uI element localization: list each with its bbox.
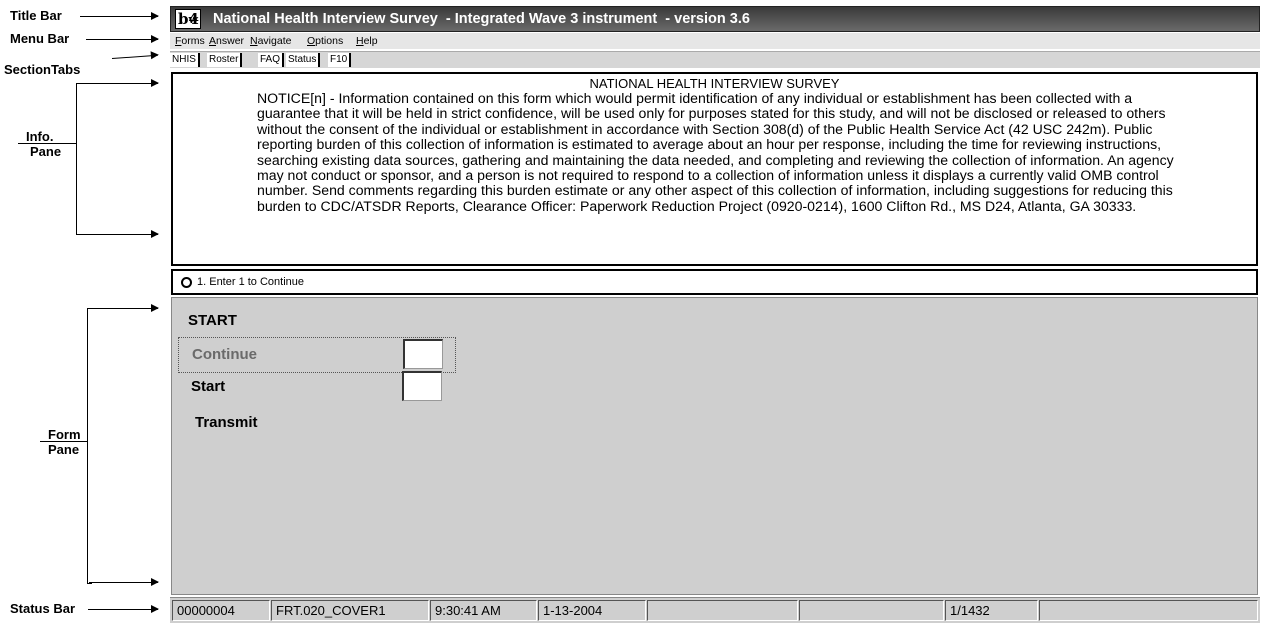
section-tabs: NHIS Roster FAQ Status F10 [170,51,1260,68]
start-input[interactable] [402,371,442,401]
menu-options-label: ptions [315,35,344,47]
form-row-start[interactable]: Start [178,370,454,404]
info-pane-bracket [76,83,81,235]
arrow-icon [89,304,159,312]
application-window: b4 w National Health Interview Survey - I… [170,6,1260,623]
continue-label: Continue [192,346,257,363]
arrow-icon [88,605,159,613]
status-blank-3 [1039,600,1258,621]
annotation-info-pane-line2: Pane [30,144,62,159]
status-page-counter: 1/1432 [945,600,1038,621]
answer-option-list[interactable]: 1. Enter 1 to Continue [171,269,1258,295]
menu-help[interactable]: Help [356,35,378,47]
status-case-id: 00000004 [172,600,270,621]
tab-f10[interactable]: F10 [328,53,352,67]
form-pane-bracket [87,308,92,584]
form-heading: START [188,312,237,329]
status-blank-1 [647,600,798,621]
start-label: Start [191,378,226,395]
menu-navigate[interactable]: Navigate [250,35,291,47]
arrow-icon [80,12,159,20]
annotation-menu-bar: Menu Bar [10,31,70,46]
menu-navigate-mnemonic: N [250,35,258,47]
status-date: 1-13-2004 [538,600,646,621]
menu-help-mnemonic: H [356,35,364,47]
status-blank-2 [799,600,944,621]
title-bar[interactable]: b4 w National Health Interview Survey - I… [170,6,1260,32]
window-title: National Health Interview Survey - Integ… [213,11,750,27]
menu-answer[interactable]: Answer [209,35,244,47]
menu-navigate-label: avigate [257,35,292,47]
radio-icon[interactable] [181,277,192,288]
form-row-continue[interactable]: Continue [178,337,456,373]
menu-forms-label: orms [181,35,205,47]
tab-roster[interactable]: Roster [207,53,243,67]
app-logo-icon: b4 w [175,9,201,29]
status-bar: 00000004 FRT.020_COVER1 9:30:41 AM 1-13-… [170,597,1260,623]
menu-answer-label: nswer [216,35,245,47]
annotation-title-bar: Title Bar [10,8,62,23]
annotation-form-pane-line2: Pane [48,442,80,457]
menu-answer-mnemonic: A [209,35,217,47]
menu-forms[interactable]: Forms [175,35,205,47]
tab-status[interactable]: Status [286,53,321,67]
arrow-icon [89,578,159,586]
status-field-name: FRT.020_COVER1 [271,600,429,621]
arrow-icon [86,35,159,43]
arrow-icon [78,79,159,87]
info-heading: NATIONAL HEALTH INTERVIEW SURVEY [589,76,840,91]
tab-nhis[interactable]: NHIS [170,53,200,67]
menu-options[interactable]: Options [307,35,343,47]
annotation-status-bar: Status Bar [10,601,76,616]
info-pane[interactable]: NATIONAL HEALTH INTERVIEW SURVEY NOTICE[… [171,72,1258,266]
app-logo-subtext: w [188,13,198,26]
arrow-icon [111,54,158,59]
form-pane: START Continue Start Transmit [171,297,1258,595]
info-notice-text: NOTICE[n] - Information contained on thi… [257,90,1174,214]
answer-option-label: 1. Enter 1 to Continue [197,276,305,288]
menu-bar: Forms Answer Navigate Options Help [170,33,1260,49]
annotation-info-pane-line1: Info. [26,129,54,144]
transmit-label[interactable]: Transmit [195,414,258,431]
annotation-form-pane-line1: Form [48,427,81,442]
tab-faq[interactable]: FAQ [258,53,285,67]
annotation-section-tabs: SectionTabs [4,62,81,77]
status-time: 9:30:41 AM [430,600,537,621]
continue-input[interactable] [403,339,443,369]
menu-options-mnemonic: O [307,35,316,47]
menu-help-label: elp [363,35,378,47]
arrow-icon [78,230,159,238]
